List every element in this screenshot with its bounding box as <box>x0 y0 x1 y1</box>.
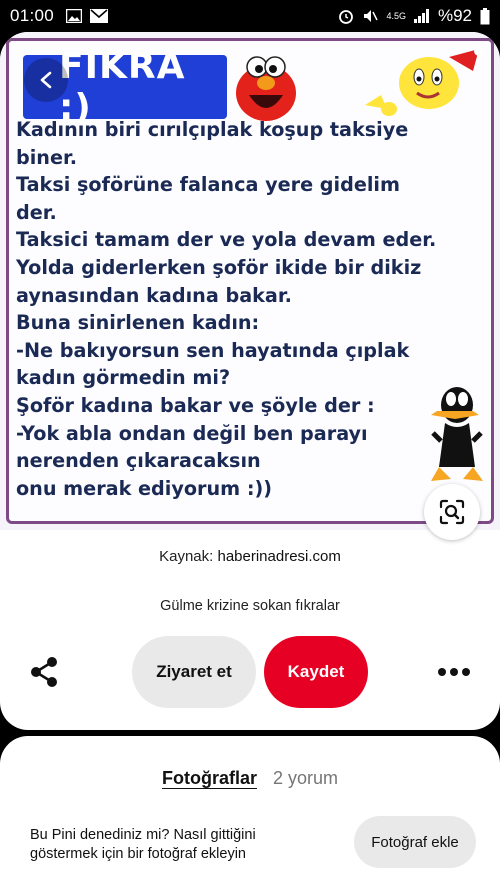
visual-search-icon <box>439 499 465 525</box>
back-button[interactable] <box>24 58 68 102</box>
tab-photos[interactable]: Fotoğraflar <box>162 768 257 789</box>
activity-card: Fotoğraflar 2 yorum Bu Pini denediniz mi… <box>0 736 500 888</box>
battery-level: %92 <box>437 6 472 25</box>
joke-line: kadın görmedin mi? <box>16 366 231 390</box>
save-button[interactable]: Kaydet <box>264 636 368 708</box>
joke-line: -Yok abla ondan değil ben parayı <box>16 421 368 445</box>
screen: 01:00 4.5G %92 FIKRA :) Kadının biri cır… <box>0 0 500 888</box>
notification-icons <box>66 9 109 23</box>
share-icon <box>31 657 57 687</box>
share-button[interactable] <box>26 654 62 690</box>
pin-card: FIKRA :) Kadının biri cırılçıplak koşup … <box>0 32 500 730</box>
pin-source: Kaynak: haberinadresi.com <box>0 548 500 565</box>
joke-line: onu merak ediyorum :)) <box>16 476 273 500</box>
ellipsis-dot-icon <box>450 668 458 676</box>
visit-button[interactable]: Ziyaret et <box>132 636 256 708</box>
network-type: 4.5G <box>386 10 406 21</box>
ellipsis-dot-icon <box>462 668 470 676</box>
joke-text: Kadının biri cırılçıplak koşup taksiye b… <box>16 116 486 502</box>
smiley-character-icon <box>365 47 484 116</box>
joke-line: -Ne bakıyorsun sen hayatında çıplak <box>16 338 410 362</box>
joke-line: der. <box>16 200 57 224</box>
mute-icon <box>364 10 379 22</box>
battery-icon <box>480 7 490 24</box>
joke-line: aynasından kadına bakar. <box>16 283 292 307</box>
alarm-icon <box>339 10 354 24</box>
more-options-button[interactable] <box>436 660 472 684</box>
joke-line: Buna sinirlenen kadın: <box>16 311 260 335</box>
image-icon <box>66 9 83 23</box>
chevron-left-icon <box>40 71 52 89</box>
joke-line: Taksi şoförüne falanca yere gidelim <box>16 173 400 197</box>
activity-tabs: Fotoğraflar 2 yorum <box>0 768 500 789</box>
source-label: Kaynak: <box>159 548 214 565</box>
status-bar: 01:00 4.5G %92 <box>0 0 500 32</box>
system-icons: 4.5G %92 <box>338 6 490 26</box>
joke-line: Şoför kadına bakar ve şöyle der : <box>16 393 375 417</box>
joke-line: nerenden çıkaracaksın <box>16 449 261 473</box>
ellipsis-dot-icon <box>438 668 446 676</box>
try-pin-prompt: Bu Pini denediniz mi? Nasıl gittiğini gö… <box>30 827 256 862</box>
joke-line: biner. <box>16 145 77 169</box>
visual-search-button[interactable] <box>424 484 480 540</box>
add-photo-button[interactable]: Fotoğraf ekle <box>354 816 476 868</box>
joke-line: Taksici tamam der ve yola devam eder. <box>16 228 437 252</box>
pin-description: Gülme krizine sokan fıkralar <box>160 598 340 614</box>
joke-line: Yolda giderlerken şoför ikide bir dikiz <box>16 255 422 279</box>
signal-icon <box>413 9 429 23</box>
elmo-character-icon <box>236 56 296 121</box>
status-time: 01:00 <box>10 6 55 25</box>
source-domain-link[interactable]: haberinadresi.com <box>217 548 340 565</box>
joke-line: Kadının biri cırılçıplak koşup taksiye <box>16 118 409 141</box>
tab-comments[interactable]: 2 yorum <box>273 768 338 789</box>
pin-image[interactable]: FIKRA :) Kadının biri cırılçıplak koşup … <box>0 32 500 540</box>
mail-icon <box>90 9 109 23</box>
